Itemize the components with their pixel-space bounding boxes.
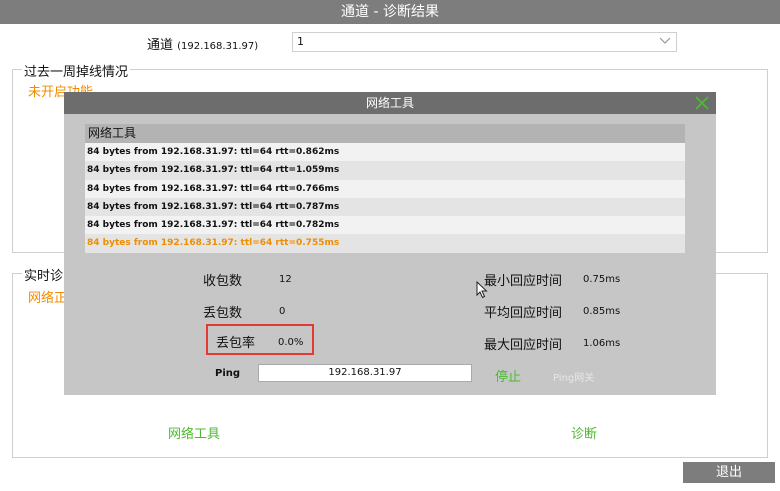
- close-icon[interactable]: [694, 95, 710, 111]
- lost-label: 丢包数: [203, 306, 243, 321]
- max-rtt-label: 最大回应时间: [484, 338, 563, 353]
- received-value: 12: [279, 274, 292, 285]
- min-rtt-label: 最小回应时间: [484, 274, 563, 289]
- channel-label: 通道 (192.168.31.97): [147, 34, 258, 53]
- ping-log-rows: 84 bytes from 192.168.31.97: ttl=64 rtt=…: [85, 143, 685, 253]
- dialog-title: 网络工具: [64, 92, 716, 114]
- ping-target-input[interactable]: 192.168.31.97: [258, 364, 472, 382]
- loss-rate-label: 丢包率: [216, 336, 256, 351]
- loss-rate-value: 0.0%: [278, 337, 304, 348]
- ping-log-header: 网络工具: [85, 124, 685, 143]
- avg-rtt-label: 平均回应时间: [484, 306, 563, 321]
- exit-button[interactable]: 退出: [683, 462, 775, 483]
- log-line-latest: 84 bytes from 192.168.31.97: ttl=64 rtt=…: [85, 234, 685, 253]
- channel-label-text: 通道: [147, 38, 174, 53]
- channel-select-value: 1: [297, 35, 304, 48]
- lost-value: 0: [279, 306, 286, 317]
- min-rtt-value: 0.75ms: [583, 274, 621, 285]
- max-rtt-value: 1.06ms: [583, 338, 621, 349]
- ping-label: Ping: [215, 368, 241, 379]
- realtime-status: 网络正: [28, 291, 68, 306]
- channel-ip: (192.168.31.97): [177, 41, 259, 52]
- network-tool-dialog: 网络工具 网络工具 84 bytes from 192.168.31.97: t…: [64, 92, 716, 395]
- log-line: 84 bytes from 192.168.31.97: ttl=64 rtt=…: [85, 216, 685, 235]
- week-offline-legend: 过去一周掉线情况: [22, 61, 131, 80]
- mouse-pointer-icon: [476, 281, 488, 299]
- window-title: 通道 - 诊断结果: [0, 0, 780, 24]
- diagnose-link[interactable]: 诊断: [571, 423, 597, 442]
- log-line: 84 bytes from 192.168.31.97: ttl=64 rtt=…: [85, 197, 685, 217]
- avg-rtt-value: 0.85ms: [583, 306, 621, 317]
- received-label: 收包数: [203, 274, 243, 289]
- chevron-down-icon: [660, 37, 670, 44]
- log-line: 84 bytes from 192.168.31.97: ttl=64 rtt=…: [85, 143, 685, 162]
- stop-button[interactable]: 停止: [495, 366, 521, 385]
- log-line: 84 bytes from 192.168.31.97: ttl=64 rtt=…: [85, 161, 685, 180]
- network-tool-link[interactable]: 网络工具: [168, 423, 220, 442]
- ping-gateway-button[interactable]: Ping网关: [553, 369, 594, 384]
- channel-select[interactable]: 1: [292, 32, 677, 52]
- realtime-legend: 实时诊: [22, 265, 66, 284]
- log-line: 84 bytes from 192.168.31.97: ttl=64 rtt=…: [85, 179, 685, 198]
